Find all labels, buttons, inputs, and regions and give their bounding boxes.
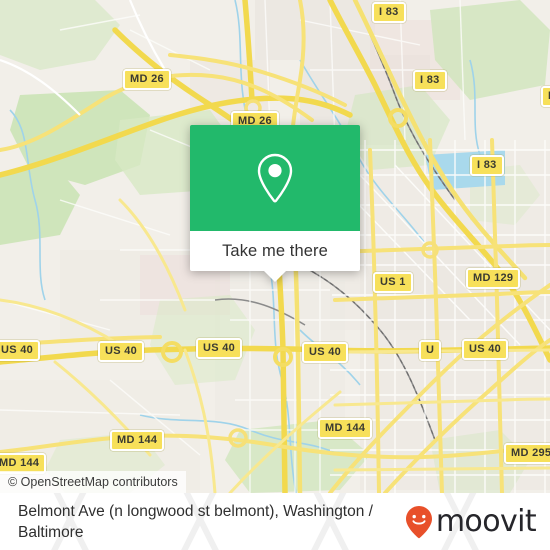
shield-md-129: MD 129 — [466, 268, 521, 289]
take-me-there-label: Take me there — [222, 242, 328, 260]
shield-md-295: MD 295 — [504, 443, 550, 464]
map-pin-icon — [257, 153, 293, 203]
shield-us-40-a: US 40 — [0, 340, 41, 361]
shield-i-83-a: I 83 — [372, 2, 406, 23]
shield-i-83-c: I 83 — [470, 155, 504, 176]
shield-md-144-b: MD 144 — [110, 430, 165, 451]
footer-bar: Belmont Ave (n longwood st belmont), Was… — [0, 493, 550, 550]
map-canvas[interactable]: .land { fill:#f2efe9; } .urban { fill:#e… — [0, 0, 550, 493]
moovit-pin-icon — [405, 505, 432, 538]
shield-i-83-b: I 83 — [413, 70, 447, 91]
popup-header — [190, 125, 360, 231]
shield-us-40-b: US 40 — [98, 341, 145, 362]
location-popup-card[interactable]: Take me there — [190, 125, 360, 282]
location-title: Belmont Ave (n longwood st belmont), Was… — [18, 502, 373, 541]
shield-us-1: US 1 — [373, 272, 413, 293]
take-me-there-button[interactable]: Take me there — [190, 231, 360, 282]
shield-md-26-a: MD 26 — [123, 69, 171, 90]
shield-us-partial: U — [419, 340, 442, 361]
shield-us-40-c: US 40 — [196, 338, 243, 359]
moovit-map-screen: .land { fill:#f2efe9; } .urban { fill:#e… — [0, 0, 550, 550]
shield-us-40-d: US 40 — [302, 342, 349, 363]
osm-attribution[interactable]: © OpenStreetMap contributors — [0, 471, 186, 493]
moovit-logo: moovit — [404, 503, 537, 539]
shield-md-edge: M — [541, 86, 550, 107]
popup-pointer — [263, 270, 287, 282]
moovit-wordmark: moovit — [435, 503, 537, 539]
shield-us-40-e: US 40 — [462, 339, 509, 360]
shield-md-144-a: MD 144 — [318, 418, 373, 439]
